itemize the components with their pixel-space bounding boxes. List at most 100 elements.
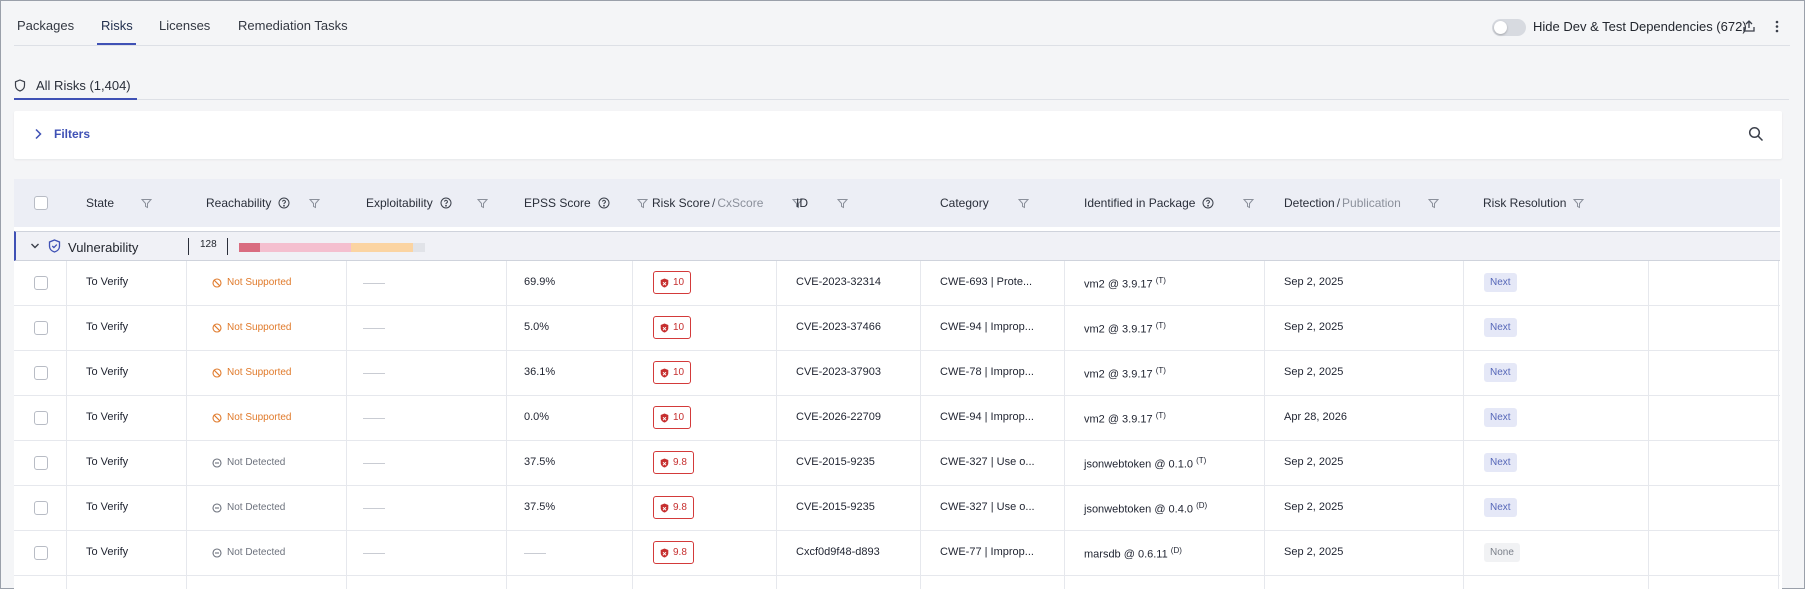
risk-id-link[interactable]: CVE-2026-22709 (796, 411, 881, 423)
risk-id-link[interactable]: CVE-2015-9235 (796, 456, 875, 468)
help-icon[interactable] (1202, 197, 1214, 209)
state-cell: To Verify (86, 276, 129, 288)
package-cell[interactable]: vm2 @ 3.9.17 (T) (1084, 366, 1166, 381)
dependency-type-tag: (D) (1170, 546, 1182, 555)
dependency-type-tag: (T) (1155, 321, 1166, 330)
row-checkbox[interactable] (34, 546, 48, 560)
row-checkbox[interactable] (34, 501, 48, 515)
package-cell[interactable]: jsonwebtoken @ 0.1.0 (T) (1084, 456, 1206, 471)
package-cell[interactable]: vm2 @ 3.9.17 (T) (1084, 321, 1166, 336)
risk-score-badge[interactable]: 9.8 (653, 541, 694, 564)
chevron-down-icon[interactable] (30, 240, 40, 254)
risk-score-badge[interactable]: 9.8 (653, 451, 694, 474)
dependency-type-tag: (T) (1155, 366, 1166, 375)
reachability-cell: Not Detected (212, 502, 285, 513)
risk-resolution-badge[interactable]: Next (1484, 498, 1517, 517)
chevron-right-icon (34, 128, 42, 140)
risk-score-badge[interactable]: 9.8 (653, 496, 694, 519)
risk-id-link[interactable]: CVE-2023-32314 (796, 276, 881, 288)
subtab-divider (14, 99, 1789, 100)
export-icon[interactable] (1740, 17, 1758, 35)
table-row[interactable]: To Verify Not Supported 69.9% 10 CVE-2023-32… (14, 261, 1780, 306)
search-icon[interactable] (1748, 126, 1766, 144)
help-icon[interactable] (598, 197, 610, 209)
table-row[interactable]: To Verify Not Supported 36.1% 10 CVE-2023-37… (14, 351, 1780, 396)
table-row[interactable]: To Verify Not Supported 0.0% 10 CVE-2026-227… (14, 396, 1780, 441)
table-row[interactable]: To Verify Not Detected 37.5% 9.8 CVE-2015-92… (14, 441, 1780, 486)
risk-resolution-badge[interactable]: Next (1484, 363, 1517, 382)
reachability-label: Not Supported (227, 277, 292, 288)
active-subtab-indicator (14, 98, 137, 100)
table-row[interactable]: To Verify Not Supported 5.0% 10 CVE-2023-374… (14, 306, 1780, 351)
package-cell[interactable]: vm2 @ 3.9.17 (T) (1084, 276, 1166, 291)
row-checkbox[interactable] (34, 366, 48, 380)
column-risk-resolution-label: Risk Resolution (1483, 196, 1567, 210)
row-checkbox[interactable] (34, 276, 48, 290)
dependency-type-tag: (T) (1155, 411, 1166, 420)
critical-shield-icon (660, 278, 669, 288)
risk-id-link[interactable]: Cxcf0d9f48-d893 (796, 546, 880, 558)
package-cell[interactable]: jsonwebtoken @ 0.4.0 (D) (1084, 501, 1207, 516)
filter-icon[interactable] (1017, 198, 1029, 209)
package-cell[interactable]: marsdb @ 0.6.11 (D) (1084, 546, 1182, 561)
detection-date: Sep 2, 2025 (1284, 276, 1344, 288)
filter-icon[interactable] (1243, 198, 1255, 209)
filter-icon[interactable] (476, 198, 488, 209)
tab-risks[interactable]: Risks (101, 18, 133, 33)
filter-icon[interactable] (636, 198, 648, 209)
filter-icon[interactable] (309, 198, 321, 209)
tab-licenses[interactable]: Licenses (159, 18, 210, 33)
filter-icon[interactable] (1573, 198, 1585, 209)
risk-resolution-badge[interactable]: Next (1484, 453, 1517, 472)
epss-cell: 36.1% (524, 366, 556, 378)
filters-toggle[interactable]: Filters (34, 127, 90, 141)
column-id[interactable]: ID (796, 196, 848, 210)
risk-resolution-badge[interactable]: Next (1484, 273, 1517, 292)
exploitability-empty (363, 508, 385, 509)
tab-packages[interactable]: Packages (17, 18, 74, 33)
risk-score-badge[interactable]: 10 (653, 271, 692, 294)
risk-score-badge[interactable]: 10 (653, 406, 692, 429)
column-identified-in-package[interactable]: Identified in Package (1084, 196, 1255, 210)
risk-resolution-badge[interactable]: Next (1484, 318, 1517, 337)
column-category[interactable]: Category (940, 196, 1029, 210)
column-reachability[interactable]: Reachability (206, 196, 321, 210)
row-checkbox[interactable] (34, 321, 48, 335)
risk-id-link[interactable]: CVE-2015-9235 (796, 501, 875, 513)
group-row-vulnerability[interactable]: Vulnerability 128 (14, 231, 1780, 261)
row-checkbox[interactable] (34, 456, 48, 470)
risk-id-link[interactable]: CVE-2023-37466 (796, 321, 881, 333)
column-epss-score[interactable]: EPSS Score (524, 196, 648, 210)
divider (227, 238, 228, 255)
risk-score-badge[interactable]: 10 (653, 361, 692, 384)
hide-dev-test-toggle[interactable] (1492, 19, 1526, 36)
more-vert-icon[interactable] (1768, 17, 1786, 35)
select-all-checkbox[interactable] (34, 196, 48, 210)
help-icon[interactable] (278, 197, 290, 209)
column-detection[interactable]: Detection / Publication (1284, 196, 1439, 210)
row-checkbox[interactable] (34, 411, 48, 425)
column-risk-score[interactable]: Risk Score / CxScore (652, 196, 804, 210)
column-risk-resolution[interactable]: Risk Resolution (1483, 196, 1585, 210)
table-row[interactable]: To Verify Not Detected 9.8 Cxcf0d9f48-d893 C… (14, 531, 1780, 576)
package-name: marsdb @ 0.6.11 (1084, 548, 1168, 561)
tab-all-risks[interactable]: All Risks (1,404) (14, 70, 131, 100)
category-cell: CWE-77 | Improp... (940, 546, 1034, 558)
table-header: State Reachability Exploitability EPSS S… (14, 179, 1780, 227)
not-detected-icon (212, 502, 222, 513)
help-icon[interactable] (440, 197, 452, 209)
package-cell[interactable]: vm2 @ 3.9.17 (T) (1084, 411, 1166, 426)
column-state[interactable]: State (86, 196, 153, 210)
risk-resolution-badge[interactable]: Next (1484, 408, 1517, 427)
filter-icon[interactable] (837, 198, 848, 209)
table-row[interactable]: To Verify Not Detected 37.5% 9.8 CVE-2015-92… (14, 486, 1780, 531)
risk-score-badge[interactable]: 10 (653, 316, 692, 339)
package-name: vm2 @ 3.9.17 (1084, 278, 1153, 291)
filter-icon[interactable] (1427, 198, 1439, 209)
tab-remediation-tasks[interactable]: Remediation Tasks (238, 18, 348, 33)
risk-resolution-badge[interactable]: None (1484, 543, 1520, 562)
risk-id-link[interactable]: CVE-2023-37903 (796, 366, 881, 378)
column-exploitability[interactable]: Exploitability (366, 196, 488, 210)
filter-icon[interactable] (141, 198, 153, 209)
state-cell: To Verify (86, 546, 129, 558)
